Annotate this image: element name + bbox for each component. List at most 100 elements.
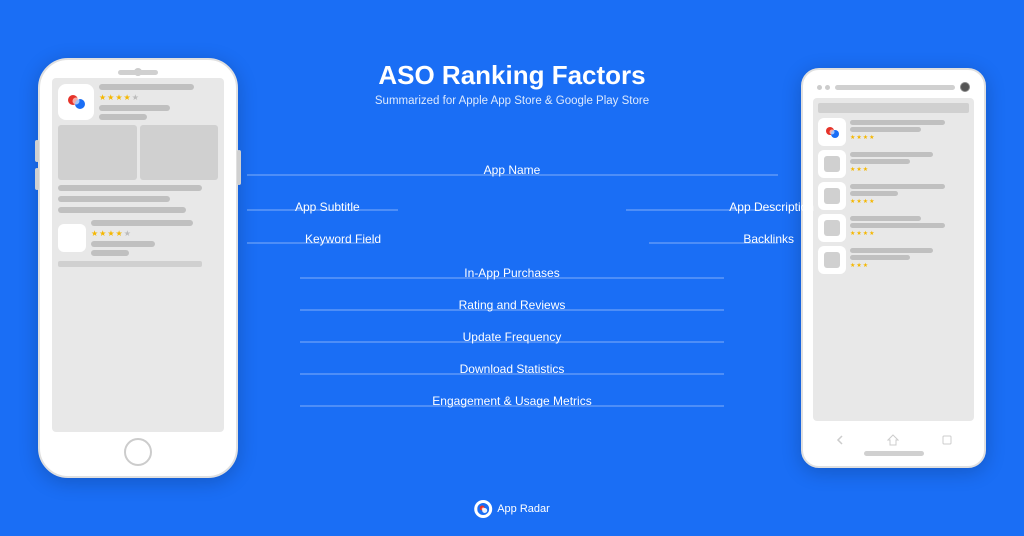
app-sub-bar bbox=[99, 105, 170, 111]
a3-s1: ★ bbox=[850, 198, 855, 205]
a-stars-1: ★ ★ ★ ★ bbox=[850, 134, 969, 141]
android-app-row-3: ★ ★ ★ ★ bbox=[818, 182, 969, 210]
android-search-bar bbox=[818, 103, 969, 113]
a-name-1 bbox=[850, 120, 945, 125]
android-app-info-2: ★ ★ ★ bbox=[850, 150, 969, 173]
label-app-name: App Name bbox=[484, 163, 541, 177]
android-app-info-1: ★ ★ ★ ★ bbox=[850, 118, 969, 141]
extra-bar-1 bbox=[58, 261, 202, 267]
a-s3: ★ bbox=[863, 134, 868, 141]
android-app-info-5: ★ ★ ★ bbox=[850, 246, 969, 269]
app-name-bar bbox=[99, 84, 194, 90]
a5-s1: ★ bbox=[850, 262, 855, 269]
a5-s3: ★ bbox=[863, 262, 868, 269]
a-sub-4 bbox=[850, 223, 945, 228]
a-s2: ★ bbox=[856, 134, 861, 141]
a-name-3 bbox=[850, 184, 945, 189]
a4-s4: ★ bbox=[869, 230, 874, 237]
android-nav-bar bbox=[813, 431, 974, 449]
android-icon-svg-1 bbox=[822, 122, 842, 142]
android-app-row-2: ★ ★ ★ bbox=[818, 150, 969, 178]
desc-bar-1 bbox=[58, 185, 202, 191]
a-icon-placeholder-2 bbox=[824, 156, 840, 172]
a-icon-placeholder-4 bbox=[824, 220, 840, 236]
a3-s4: ★ bbox=[869, 198, 874, 205]
android-app-icon-4 bbox=[818, 214, 846, 242]
android-app-row-4: ★ ★ ★ ★ bbox=[818, 214, 969, 242]
stars-row: ★ ★ ★ ★ ★ bbox=[99, 93, 218, 102]
a-sub-1 bbox=[850, 127, 921, 132]
iphone-device: ★ ★ ★ ★ ★ bbox=[38, 58, 238, 478]
label-download-statistics: Download Statistics bbox=[460, 362, 565, 376]
iphone-screen: ★ ★ ★ ★ ★ bbox=[52, 78, 224, 432]
android-speaker bbox=[835, 85, 955, 90]
bottom-app-info: ★ ★ ★ ★ ★ bbox=[91, 220, 218, 256]
android-recents-icon bbox=[939, 432, 955, 448]
app-icon bbox=[58, 84, 94, 120]
app-radar-icon bbox=[477, 503, 489, 515]
a2-s1: ★ bbox=[850, 166, 855, 173]
a-stars-4: ★ ★ ★ ★ bbox=[850, 230, 969, 237]
desc-bar-3 bbox=[58, 207, 186, 213]
main-scene: ★ ★ ★ ★ ★ bbox=[0, 0, 1024, 536]
iphone-power-button bbox=[237, 150, 241, 185]
android-device: ★ ★ ★ ★ ★ bbox=[801, 68, 986, 468]
a-sub-5 bbox=[850, 255, 910, 260]
label-app-subtitle: App Subtitle bbox=[295, 200, 360, 214]
a-s4: ★ bbox=[869, 134, 874, 141]
android-screen: ★ ★ ★ ★ ★ bbox=[813, 98, 974, 421]
a4-s3: ★ bbox=[863, 230, 868, 237]
android-app-row-5: ★ ★ ★ bbox=[818, 246, 969, 274]
android-dot-1 bbox=[817, 85, 822, 90]
star-4: ★ bbox=[124, 93, 131, 102]
bottom-name bbox=[91, 220, 193, 226]
app-info: ★ ★ ★ ★ ★ bbox=[99, 84, 218, 120]
screenshot-2 bbox=[140, 125, 219, 180]
a2-s2: ★ bbox=[856, 166, 861, 173]
a2-s3: ★ bbox=[863, 166, 868, 173]
android-top-bar bbox=[813, 82, 974, 92]
app-dl-bar bbox=[99, 114, 147, 120]
android-home-icon bbox=[885, 432, 901, 448]
a-stars-2: ★ ★ ★ bbox=[850, 166, 969, 173]
a3-s3: ★ bbox=[863, 198, 868, 205]
bottom-dl bbox=[91, 250, 129, 256]
label-backlinks: Backlinks bbox=[743, 232, 794, 246]
b-star-5: ★ bbox=[124, 229, 131, 238]
app-radar-logo-circle bbox=[474, 500, 492, 518]
main-title: ASO Ranking Factors bbox=[375, 60, 649, 91]
a-name-5 bbox=[850, 248, 933, 253]
b-star-2: ★ bbox=[99, 229, 106, 238]
android-back-icon bbox=[832, 432, 848, 448]
home-shape bbox=[887, 434, 899, 446]
app-top-row: ★ ★ ★ ★ ★ bbox=[58, 84, 218, 120]
app-icon-svg bbox=[62, 88, 90, 116]
android-app-icon-1 bbox=[818, 118, 846, 146]
star-3: ★ bbox=[115, 93, 122, 102]
screenshot-grid bbox=[58, 125, 218, 180]
android-camera bbox=[960, 82, 970, 92]
b-star-4: ★ bbox=[116, 229, 123, 238]
iphone-body: ★ ★ ★ ★ ★ bbox=[38, 58, 238, 478]
a-name-2 bbox=[850, 152, 933, 157]
iphone-vol-button bbox=[35, 140, 39, 162]
android-app-info-3: ★ ★ ★ ★ bbox=[850, 182, 969, 205]
bottom-listing: ★ ★ ★ ★ ★ bbox=[58, 220, 218, 256]
bottom-sub bbox=[91, 241, 155, 247]
label-keyword-field: Keyword Field bbox=[305, 232, 381, 246]
a-s1: ★ bbox=[850, 134, 855, 141]
page-subtitle: Summarized for Apple App Store & Google … bbox=[375, 95, 649, 107]
a-sub-2 bbox=[850, 159, 910, 164]
recents-shape bbox=[942, 435, 952, 445]
android-app-row-1: ★ ★ ★ ★ bbox=[818, 118, 969, 146]
label-rating-reviews: Rating and Reviews bbox=[459, 298, 566, 312]
iphone-vol-button-2 bbox=[35, 168, 39, 190]
a-sub-3 bbox=[850, 191, 898, 196]
android-app-icon-5 bbox=[818, 246, 846, 274]
app-radar-branding: App Radar bbox=[474, 500, 550, 518]
a-stars-5: ★ ★ ★ bbox=[850, 262, 969, 269]
extra-bars bbox=[58, 261, 218, 269]
a4-s1: ★ bbox=[850, 230, 855, 237]
iphone-home-button bbox=[124, 438, 152, 466]
back-chevron bbox=[834, 434, 846, 446]
